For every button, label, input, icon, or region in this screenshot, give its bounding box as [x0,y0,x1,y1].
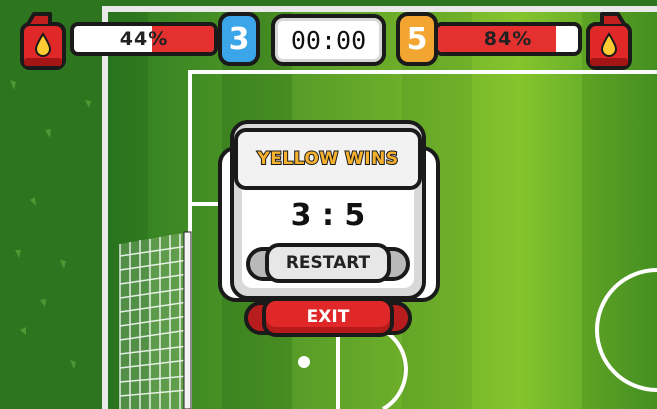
dialog-title-plate: YELLOW WINS [234,128,422,190]
goal-net [119,231,192,409]
right-score-badge: 5 [396,12,438,66]
exit-button[interactable]: EXIT [262,297,394,337]
restart-label: RESTART [285,253,371,273]
left-fuel-bar: 44% [70,22,218,56]
dialog-title: YELLOW WINS [256,148,399,170]
restart-button[interactable]: RESTART [265,243,391,283]
timer-value: 00:00 [290,25,367,55]
right-fuel-label: 84% [483,28,533,50]
left-fuel-label: 44% [119,28,169,50]
match-timer: 00:00 [271,14,386,66]
fuel-can-icon [20,12,66,70]
penalty-spot [298,356,310,368]
final-score: 3 : 5 [290,198,366,233]
fuel-can-icon [586,12,632,70]
exit-label: EXIT [306,307,350,327]
right-fuel-bar: 84% [434,22,582,56]
left-score-badge: 3 [218,12,260,66]
left-score: 3 [228,21,250,57]
right-score: 5 [406,21,428,57]
